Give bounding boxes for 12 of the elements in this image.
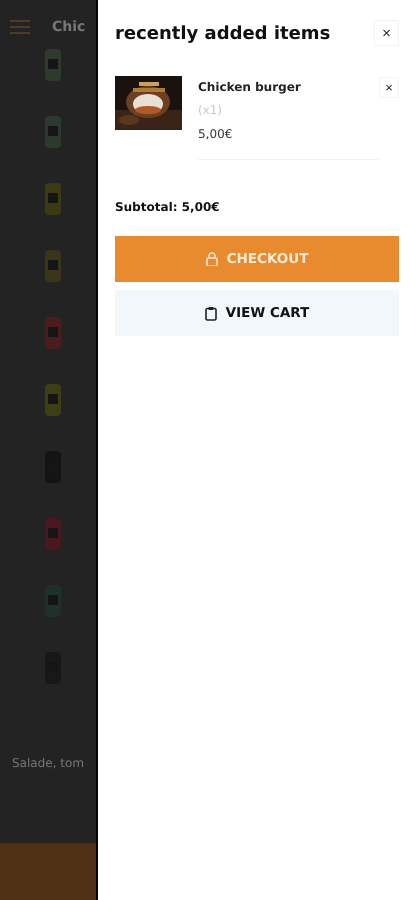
menu-icon[interactable]	[10, 20, 30, 34]
remove-button[interactable]: ×	[379, 77, 399, 98]
product-description: Salade, tom	[11, 755, 86, 770]
page-title: Chic	[52, 19, 86, 35]
close-button[interactable]: ×	[374, 20, 399, 46]
view-cart-button[interactable]: VIEW CART	[115, 290, 399, 336]
lock-icon	[206, 252, 218, 266]
item-price: 5,00€	[198, 127, 234, 141]
panel-title: recently added items	[115, 22, 330, 44]
clipboard-icon	[204, 306, 217, 320]
item-name[interactable]: Chicken burger	[198, 80, 379, 94]
subtotal: Subtotal: 5,00€	[115, 200, 220, 214]
